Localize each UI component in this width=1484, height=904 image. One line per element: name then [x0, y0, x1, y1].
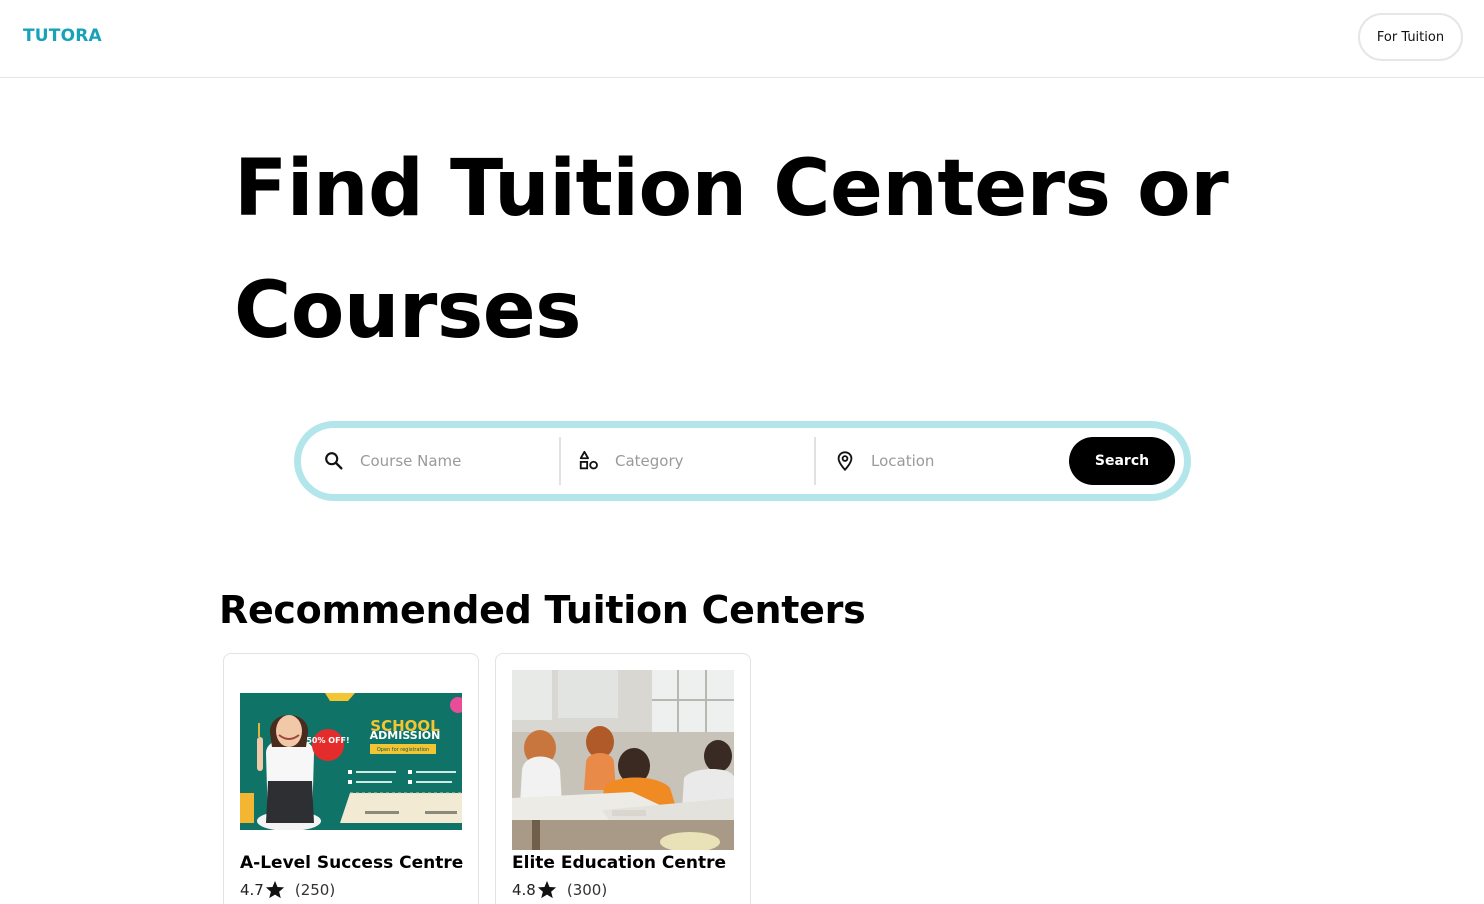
search-divider	[559, 437, 561, 485]
center-thumbnail-image	[512, 670, 734, 850]
banner-discount-text: 50% OFF!	[306, 736, 349, 745]
search-divider	[814, 437, 816, 485]
rating-value: 4.8	[512, 880, 536, 899]
for-tuition-button[interactable]: For Tuition	[1358, 13, 1463, 61]
search-icon	[325, 452, 343, 470]
rating-value: 4.7	[240, 880, 264, 899]
search-button[interactable]: Search	[1069, 437, 1175, 485]
course-name-input[interactable]	[360, 452, 530, 470]
center-rating: 4.7 (250)	[240, 880, 335, 899]
top-navbar: TUTORA For Tuition	[0, 0, 1484, 78]
star-icon	[265, 880, 284, 899]
center-name[interactable]: A-Level Success Centre	[240, 853, 463, 873]
category-shapes-icon	[579, 450, 598, 470]
category-input[interactable]	[615, 452, 785, 470]
review-count: (300)	[566, 880, 608, 899]
location-field[interactable]	[834, 436, 1064, 486]
location-input[interactable]	[871, 452, 1041, 470]
brand-logo[interactable]: TUTORA	[23, 26, 102, 46]
tuition-center-card[interactable]: Elite Education Centre 4.8 (300)	[495, 653, 751, 904]
center-thumbnail-image: 50% OFF! SCHOOL ADMISSION Open for regis…	[240, 693, 462, 830]
tuition-center-card[interactable]: 50% OFF! SCHOOL ADMISSION Open for regis…	[223, 653, 479, 904]
recommended-section-title: Recommended Tuition Centers	[219, 588, 866, 632]
category-field[interactable]	[578, 436, 818, 486]
center-rating: 4.8 (300)	[512, 880, 607, 899]
center-name[interactable]: Elite Education Centre	[512, 853, 726, 873]
star-icon	[537, 880, 556, 899]
review-count: (250)	[294, 880, 336, 899]
banner-subheading-text: ADMISSION	[370, 729, 441, 742]
banner-tag-text: Open for registration	[377, 747, 429, 753]
search-bar: Search	[294, 421, 1191, 501]
hero-title: Find Tuition Centers or Courses	[234, 144, 1229, 356]
location-pin-icon	[837, 451, 853, 472]
course-name-field[interactable]	[323, 436, 563, 486]
